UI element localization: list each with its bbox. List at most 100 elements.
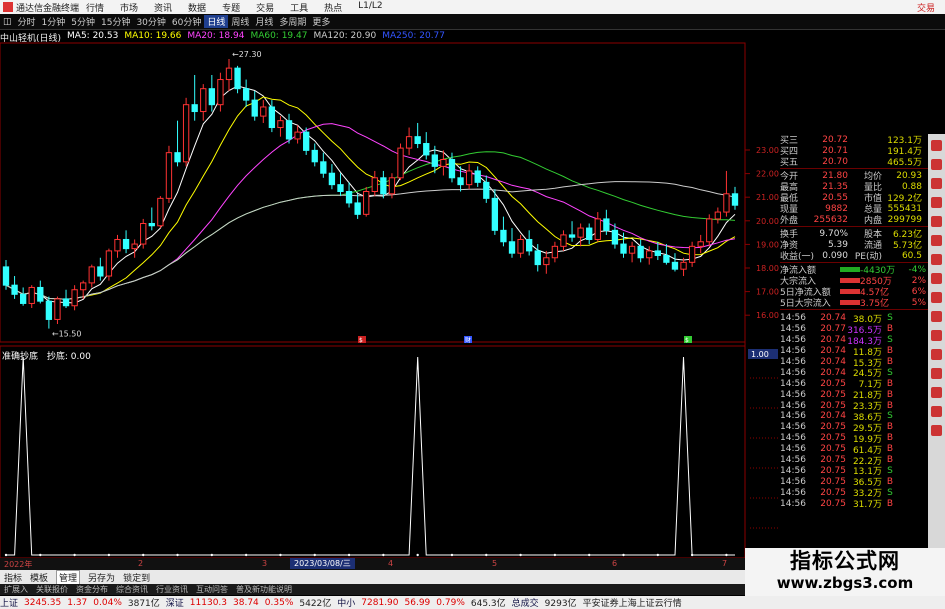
toolstrip-icon[interactable] xyxy=(931,140,942,151)
trade-button[interactable]: 交易 xyxy=(917,1,935,14)
capital-flow-row: 5日大宗流入 3.75亿 5% xyxy=(780,297,928,310)
indicator-dot xyxy=(244,553,248,557)
toolstrip-icon[interactable] xyxy=(931,197,942,208)
tick-time: 14:56 xyxy=(780,411,806,422)
tick-side: B xyxy=(886,476,894,487)
candle-body xyxy=(560,234,567,247)
candle-body xyxy=(337,184,344,192)
candle-body xyxy=(122,238,130,250)
toolstrip-icon[interactable] xyxy=(931,425,942,436)
tick-side: B xyxy=(886,389,894,400)
flow-value: 3.75亿 xyxy=(860,299,890,309)
indicator-legend: 准确抄底 抄底: 0.00 xyxy=(2,349,97,362)
tick-price: 20.74 xyxy=(820,357,846,367)
indicator-scale-label: 1.00 xyxy=(751,350,769,359)
index-name[interactable]: 中小 xyxy=(337,596,355,609)
date-axis-label: 2022年 xyxy=(4,560,33,569)
watermark-line1: 指标公式网 xyxy=(790,549,900,573)
toolstrip-icon[interactable] xyxy=(931,387,942,398)
candle-body xyxy=(723,193,730,213)
order-book-price: 20.71 xyxy=(822,145,848,156)
candle-body xyxy=(200,88,207,113)
bottom-tab-0[interactable]: 指标 xyxy=(4,571,22,584)
tick-time: 14:56 xyxy=(780,389,806,400)
candle-body xyxy=(491,197,499,231)
candle-body xyxy=(586,227,593,240)
candle-body xyxy=(603,218,610,231)
tick-time: 14:56 xyxy=(780,346,806,357)
toolstrip-icon[interactable] xyxy=(931,292,942,303)
toolstrip-icon[interactable] xyxy=(931,349,942,360)
candle-body xyxy=(97,266,104,277)
indicator-dot xyxy=(4,553,8,557)
candle-body xyxy=(620,243,627,254)
indicator-dot xyxy=(176,553,179,557)
stat-value-2: 20.93 xyxy=(896,170,922,181)
date-axis-label: 4 xyxy=(388,559,394,568)
candle-body xyxy=(251,99,258,117)
toolstrip-icon[interactable] xyxy=(931,159,942,170)
function-tab-5[interactable]: 互动问答 xyxy=(196,584,228,595)
price-axis-label: 19.00 xyxy=(756,240,779,249)
candle-body xyxy=(71,289,78,307)
indicator-name[interactable]: 准确抄底 xyxy=(2,352,38,362)
toolstrip-icon[interactable] xyxy=(931,311,942,322)
function-tab-0[interactable]: 扩展入 xyxy=(4,584,28,595)
ma-legend-item: MA20: 18.94 xyxy=(187,31,245,41)
candle-body xyxy=(140,222,147,245)
toolstrip-icon[interactable] xyxy=(931,330,942,341)
toolstrip-icon[interactable] xyxy=(931,235,942,246)
toolstrip-icon[interactable] xyxy=(931,368,942,379)
indicator-dot xyxy=(485,553,488,557)
flow-pct: 6% xyxy=(911,286,926,297)
flow-pct: 2% xyxy=(911,275,926,286)
total-turnover-label: 总成交 xyxy=(511,599,539,609)
candle-body xyxy=(594,218,601,240)
tick-price: 20.75 xyxy=(820,444,846,455)
broker-name: 平安证券上海上证云行情 xyxy=(582,599,682,609)
index-name[interactable]: 深证 xyxy=(166,596,184,609)
stat-value-2: 0.88 xyxy=(901,181,922,192)
ma-line xyxy=(5,85,736,304)
kline-chart[interactable]: 23.00 22.00 21.00 20.00 19.00 18.00 17.00 16.00… xyxy=(0,0,780,558)
candle-body xyxy=(663,254,670,263)
candle-body xyxy=(731,193,739,206)
indicator-panel-border xyxy=(0,345,746,558)
tick-list[interactable]: 14:56 20.74 38.0万 S 14:56 20.77 316.5万 B 14:56 20… xyxy=(780,313,928,510)
function-tab-6[interactable]: 普及新功能说明 xyxy=(236,584,292,595)
candle-body xyxy=(45,300,53,320)
tick-time: 14:56 xyxy=(780,433,806,444)
toolstrip-icon[interactable] xyxy=(931,178,942,189)
index-name[interactable]: 上证 xyxy=(0,596,18,609)
bottom-tab-1[interactable]: 模板 xyxy=(30,571,48,584)
function-tab-4[interactable]: 行业资讯 xyxy=(156,584,188,595)
toolstrip-icon[interactable] xyxy=(931,406,942,417)
ma-legend-item: MA120: 20.90 xyxy=(313,31,377,41)
toolstrip-icon[interactable] xyxy=(931,216,942,227)
bottom-tab-3[interactable]: 另存为 xyxy=(88,571,115,584)
price-axis-label: 21.00 xyxy=(756,193,779,202)
candle-body xyxy=(508,241,516,254)
candle-body xyxy=(182,104,190,163)
date-axis-label: 7 xyxy=(722,559,728,568)
toolstrip-icon[interactable] xyxy=(931,273,942,284)
function-tab-2[interactable]: 资金分布 xyxy=(76,584,108,595)
toolstrip-icon[interactable] xyxy=(931,254,942,265)
indicator-dot xyxy=(622,553,625,557)
indicator-dot xyxy=(210,553,214,557)
stock-label: 中山轻机(日线) xyxy=(0,34,62,44)
bottom-tab-2[interactable]: 管理 xyxy=(56,569,81,585)
date-axis-label: 6 xyxy=(612,559,618,568)
ma-legend-item: MA250: 20.77 xyxy=(382,31,446,41)
candle-body xyxy=(431,154,438,167)
indicator-value: 抄底: 0.00 xyxy=(46,352,91,362)
tick-price: 20.75 xyxy=(820,400,846,411)
price-axis-label: 18.00 xyxy=(756,264,779,273)
candle-body xyxy=(397,147,404,179)
candle-body xyxy=(611,229,619,245)
function-tab-1[interactable]: 关联报价 xyxy=(36,584,68,595)
stat-value: 5.39 xyxy=(827,239,848,250)
bottom-tab-4[interactable]: 锁定到 xyxy=(123,571,150,584)
tick-side: B xyxy=(886,433,894,444)
function-tab-3[interactable]: 综合资讯 xyxy=(116,584,148,595)
